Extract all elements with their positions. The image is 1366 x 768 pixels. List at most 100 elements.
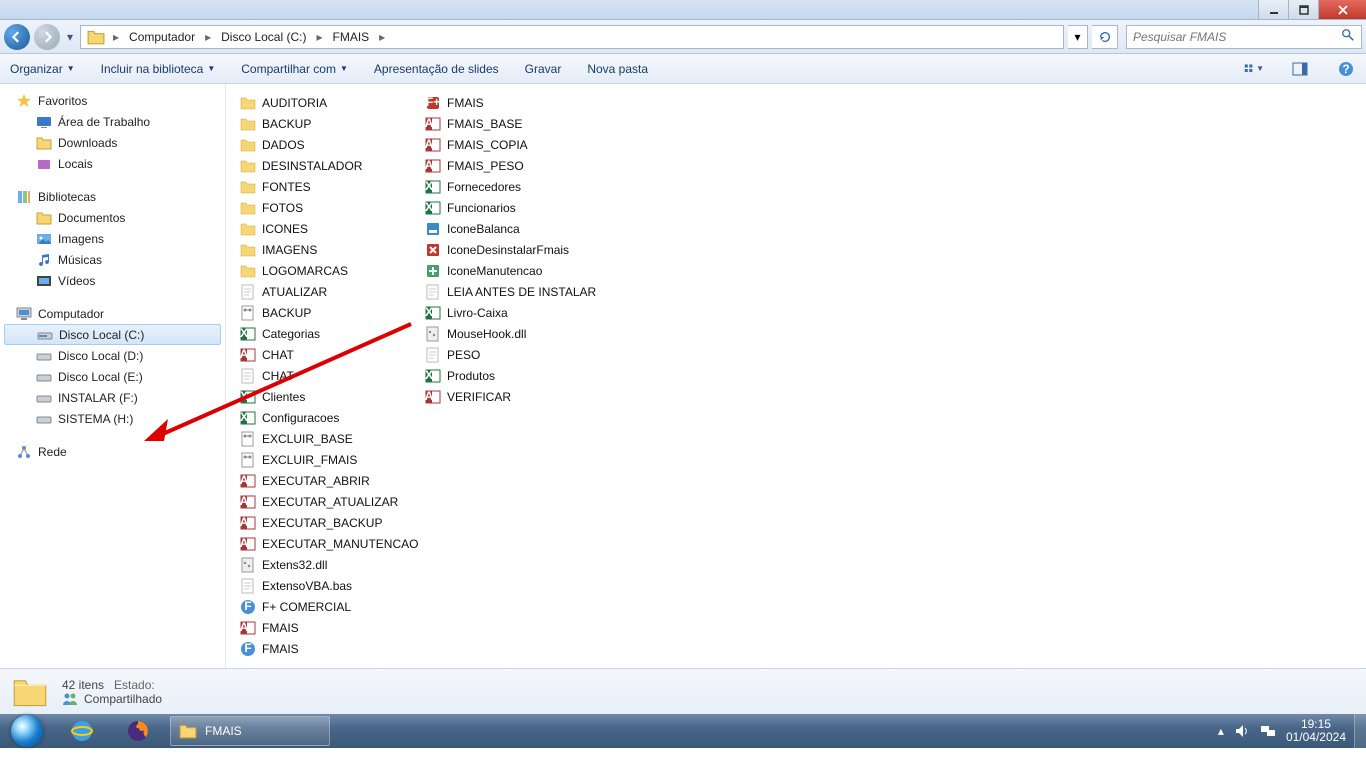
file-item[interactable]: DESINSTALADOR bbox=[238, 155, 423, 176]
help-button[interactable]: ? bbox=[1336, 59, 1356, 79]
file-item[interactable]: FONTES bbox=[238, 176, 423, 197]
preview-pane-button[interactable] bbox=[1290, 59, 1310, 79]
file-item[interactable]: ICONES bbox=[238, 218, 423, 239]
sidebar-computer[interactable]: Computador bbox=[0, 303, 225, 324]
tray-clock[interactable]: 19:15 01/04/2024 bbox=[1286, 718, 1346, 744]
sidebar-music[interactable]: Músicas bbox=[0, 249, 225, 270]
search-icon[interactable] bbox=[1341, 28, 1355, 45]
address-dropdown[interactable]: ▾ bbox=[1068, 25, 1088, 49]
chevron-icon[interactable]: ▸ bbox=[109, 30, 123, 44]
sidebar-desktop[interactable]: Área de Trabalho bbox=[0, 111, 225, 132]
crumb-fmais[interactable]: FMAIS bbox=[327, 26, 376, 48]
file-item[interactable]: CHAT bbox=[238, 344, 423, 365]
sidebar-documents[interactable]: Documentos bbox=[0, 207, 225, 228]
file-item[interactable]: FMAIS_BASE bbox=[423, 113, 608, 134]
tray-network-icon[interactable] bbox=[1260, 724, 1276, 738]
file-item[interactable]: FMAIS_PESO bbox=[423, 155, 608, 176]
tray-chevron-icon[interactable]: ▴ bbox=[1218, 724, 1224, 738]
file-item[interactable]: ExtensoVBA.bas bbox=[238, 575, 423, 596]
file-item[interactable]: EXCLUIR_BASE bbox=[238, 428, 423, 449]
file-item[interactable]: FMAIS_COPIA bbox=[423, 134, 608, 155]
chevron-icon[interactable]: ▸ bbox=[201, 30, 215, 44]
file-item[interactable]: VERIFICAR bbox=[423, 386, 608, 407]
file-item[interactable]: MouseHook.dll bbox=[423, 323, 608, 344]
nav-history-dropdown[interactable]: ▾ bbox=[64, 24, 76, 50]
file-item[interactable]: IMAGENS bbox=[238, 239, 423, 260]
sidebar-drive-c[interactable]: Disco Local (C:) bbox=[4, 324, 221, 345]
file-item[interactable]: EXCLUIR_FMAIS bbox=[238, 449, 423, 470]
file-item[interactable]: EXECUTAR_BACKUP bbox=[238, 512, 423, 533]
view-options-button[interactable]: ▼ bbox=[1244, 59, 1264, 79]
file-item[interactable]: EXECUTAR_MANUTENCAO bbox=[238, 533, 423, 554]
organize-menu[interactable]: Organizar ▼ bbox=[10, 62, 75, 76]
sidebar-drive-h[interactable]: SISTEMA (H:) bbox=[0, 408, 225, 429]
file-item[interactable]: AUDITORIA bbox=[238, 92, 423, 113]
file-item[interactable]: IconeManutencao bbox=[423, 260, 608, 281]
file-item[interactable]: Funcionarios bbox=[423, 197, 608, 218]
include-library-menu[interactable]: Incluir na biblioteca ▼ bbox=[101, 62, 216, 76]
file-item[interactable]: LEIA ANTES DE INSTALAR bbox=[423, 281, 608, 302]
file-list-pane[interactable]: AUDITORIABACKUPDADOSDESINSTALADORFONTESF… bbox=[226, 84, 1366, 668]
sidebar-label: INSTALAR (F:) bbox=[58, 391, 138, 405]
file-item[interactable]: PESO bbox=[423, 344, 608, 365]
file-item[interactable]: Produtos bbox=[423, 365, 608, 386]
sidebar-drive-e[interactable]: Disco Local (E:) bbox=[0, 366, 225, 387]
sidebar-downloads[interactable]: Downloads bbox=[0, 132, 225, 153]
chevron-icon[interactable]: ▸ bbox=[375, 30, 389, 44]
file-item[interactable]: FOTOS bbox=[238, 197, 423, 218]
file-item[interactable]: LOGOMARCAS bbox=[238, 260, 423, 281]
file-item[interactable]: CHAT bbox=[238, 365, 423, 386]
file-item[interactable]: IconeDesinstalarFmais bbox=[423, 239, 608, 260]
file-item[interactable]: FMAIS bbox=[238, 617, 423, 638]
file-item[interactable]: Clientes bbox=[238, 386, 423, 407]
sidebar-favorites[interactable]: Favoritos bbox=[0, 90, 225, 111]
sidebar-network[interactable]: Rede bbox=[0, 441, 225, 462]
file-item[interactable]: FMAIS bbox=[423, 92, 608, 113]
file-item[interactable]: EXECUTAR_ABRIR bbox=[238, 470, 423, 491]
minimize-button[interactable] bbox=[1258, 0, 1288, 19]
file-item[interactable]: Configuracoes bbox=[238, 407, 423, 428]
file-item[interactable]: Extens32.dll bbox=[238, 554, 423, 575]
search-box[interactable] bbox=[1126, 25, 1362, 49]
back-button[interactable] bbox=[4, 24, 30, 50]
taskbar-ie[interactable] bbox=[56, 716, 108, 746]
taskbar-firefox[interactable] bbox=[112, 716, 164, 746]
sidebar-drive-f[interactable]: INSTALAR (F:) bbox=[0, 387, 225, 408]
sidebar-drive-d[interactable]: Disco Local (D:) bbox=[0, 345, 225, 366]
slideshow-button[interactable]: Apresentação de slides bbox=[374, 62, 499, 76]
address-bar[interactable]: ▸ Computador ▸ Disco Local (C:) ▸ FMAIS … bbox=[80, 25, 1064, 49]
search-input[interactable] bbox=[1133, 30, 1341, 44]
sidebar-images[interactable]: Imagens bbox=[0, 228, 225, 249]
show-desktop-button[interactable] bbox=[1354, 714, 1366, 748]
sidebar-places[interactable]: Locais bbox=[0, 153, 225, 174]
taskbar-task-fmais[interactable]: FMAIS bbox=[170, 716, 330, 746]
file-name: F+ COMERCIAL bbox=[262, 600, 351, 614]
maximize-button[interactable] bbox=[1288, 0, 1318, 19]
navigation-bar: ▾ ▸ Computador ▸ Disco Local (C:) ▸ FMAI… bbox=[0, 20, 1366, 54]
file-item[interactable]: BACKUP bbox=[238, 302, 423, 323]
file-item[interactable]: EXECUTAR_ATUALIZAR bbox=[238, 491, 423, 512]
tray-volume-icon[interactable] bbox=[1234, 724, 1250, 738]
sidebar-libraries[interactable]: Bibliotecas bbox=[0, 186, 225, 207]
forward-button[interactable] bbox=[34, 24, 60, 50]
sidebar-videos[interactable]: Vídeos bbox=[0, 270, 225, 291]
file-name: Livro-Caixa bbox=[447, 306, 508, 320]
burn-button[interactable]: Gravar bbox=[525, 62, 562, 76]
file-item[interactable]: DADOS bbox=[238, 134, 423, 155]
start-button[interactable] bbox=[0, 714, 54, 748]
refresh-button[interactable] bbox=[1092, 25, 1118, 49]
file-item[interactable]: F+ COMERCIAL bbox=[238, 596, 423, 617]
crumb-computer[interactable]: Computador bbox=[123, 26, 201, 48]
file-item[interactable]: BACKUP bbox=[238, 113, 423, 134]
chevron-icon[interactable]: ▸ bbox=[312, 30, 326, 44]
file-item[interactable]: IconeBalanca bbox=[423, 218, 608, 239]
file-item[interactable]: ATUALIZAR bbox=[238, 281, 423, 302]
new-folder-button[interactable]: Nova pasta bbox=[587, 62, 648, 76]
file-item[interactable]: Livro-Caixa bbox=[423, 302, 608, 323]
file-item[interactable]: Fornecedores bbox=[423, 176, 608, 197]
close-button[interactable] bbox=[1318, 0, 1366, 19]
file-item[interactable]: FMAIS bbox=[238, 638, 423, 659]
file-item[interactable]: Categorias bbox=[238, 323, 423, 344]
share-menu[interactable]: Compartilhar com ▼ bbox=[241, 62, 348, 76]
crumb-c[interactable]: Disco Local (C:) bbox=[215, 26, 312, 48]
